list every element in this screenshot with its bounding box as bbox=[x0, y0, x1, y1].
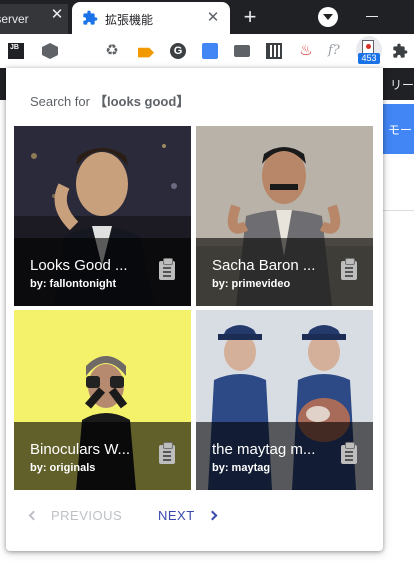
tab-title: t-server bbox=[0, 12, 29, 26]
card-author: by: primevideo bbox=[212, 278, 291, 290]
g-icon[interactable]: G bbox=[170, 43, 186, 59]
divider bbox=[383, 210, 414, 211]
page-blue-button-label: モー bbox=[388, 123, 413, 137]
extensions-menu-icon[interactable] bbox=[392, 43, 408, 59]
window-icon[interactable] bbox=[202, 43, 218, 59]
card-author: by: fallontonight bbox=[30, 278, 117, 290]
function-icon[interactable]: f? bbox=[328, 43, 344, 59]
clipboard-icon[interactable] bbox=[341, 258, 357, 280]
download-icon[interactable] bbox=[318, 7, 338, 27]
tab-strip: t-server ✕ 拡張機能 ✕ + bbox=[0, 0, 414, 34]
clipboard-icon[interactable] bbox=[159, 442, 175, 464]
pagination: PREVIOUS NEXT bbox=[6, 508, 383, 532]
jetbrains-icon[interactable]: JB bbox=[8, 43, 24, 59]
next-label: NEXT bbox=[158, 508, 195, 523]
card-title: Binoculars W... bbox=[30, 441, 131, 458]
gif-result-card[interactable]: the maytag m... by: maytag bbox=[196, 310, 373, 490]
gif-result-card[interactable]: Looks Good ... by: fallontonight bbox=[14, 126, 191, 306]
tab-active[interactable]: 拡張機能 ✕ bbox=[72, 2, 230, 34]
reader-mode-label[interactable]: リーデ bbox=[390, 76, 414, 93]
chevron-left-icon bbox=[28, 510, 39, 521]
page-blue-button[interactable]: モー bbox=[380, 104, 414, 154]
qr-code-icon[interactable] bbox=[266, 43, 282, 59]
recycle-icon[interactable]: ♻ bbox=[104, 43, 120, 59]
new-tab-icon[interactable]: + bbox=[238, 6, 262, 30]
extension-badge: 453 bbox=[358, 53, 380, 64]
extension-icon bbox=[83, 10, 98, 25]
gif-result-card[interactable]: Binoculars W... by: originals bbox=[14, 310, 191, 490]
clipboard-icon[interactable] bbox=[159, 258, 175, 280]
card-author: by: originals bbox=[30, 462, 96, 474]
previous-label: PREVIOUS bbox=[51, 508, 123, 523]
extensions-toolbar: JB ♻ G ♨ f? bbox=[0, 34, 414, 68]
card-title: Sacha Baron ... bbox=[212, 257, 316, 274]
cube-icon[interactable] bbox=[42, 43, 58, 59]
search-query: 【looks good】 bbox=[93, 94, 190, 109]
search-summary: Search for 【looks good】 bbox=[30, 91, 189, 110]
tag-icon[interactable] bbox=[138, 47, 154, 58]
mail-icon[interactable] bbox=[234, 45, 250, 57]
next-button[interactable]: NEXT bbox=[158, 508, 218, 523]
card-title: the maytag m... bbox=[212, 441, 316, 458]
card-title: Looks Good ... bbox=[30, 257, 128, 274]
fire-icon[interactable]: ♨ bbox=[298, 43, 314, 59]
search-prefix: Search for bbox=[30, 94, 90, 109]
previous-button[interactable]: PREVIOUS bbox=[28, 508, 123, 523]
tab-title-active: 拡張機能 bbox=[105, 13, 154, 27]
card-author: by: maytag bbox=[212, 462, 271, 474]
document-icon bbox=[362, 40, 374, 54]
gif-search-popup: Search for 【looks good】 Looks Good ... by… bbox=[6, 68, 383, 551]
gif-result-card[interactable]: Sacha Baron ... by: primevideo bbox=[196, 126, 373, 306]
close-icon[interactable]: ✕ bbox=[204, 9, 222, 27]
minimize-icon[interactable] bbox=[366, 16, 378, 17]
clipboard-icon[interactable] bbox=[341, 442, 357, 464]
chevron-right-icon bbox=[207, 510, 218, 521]
close-icon[interactable]: ✕ bbox=[48, 6, 66, 24]
